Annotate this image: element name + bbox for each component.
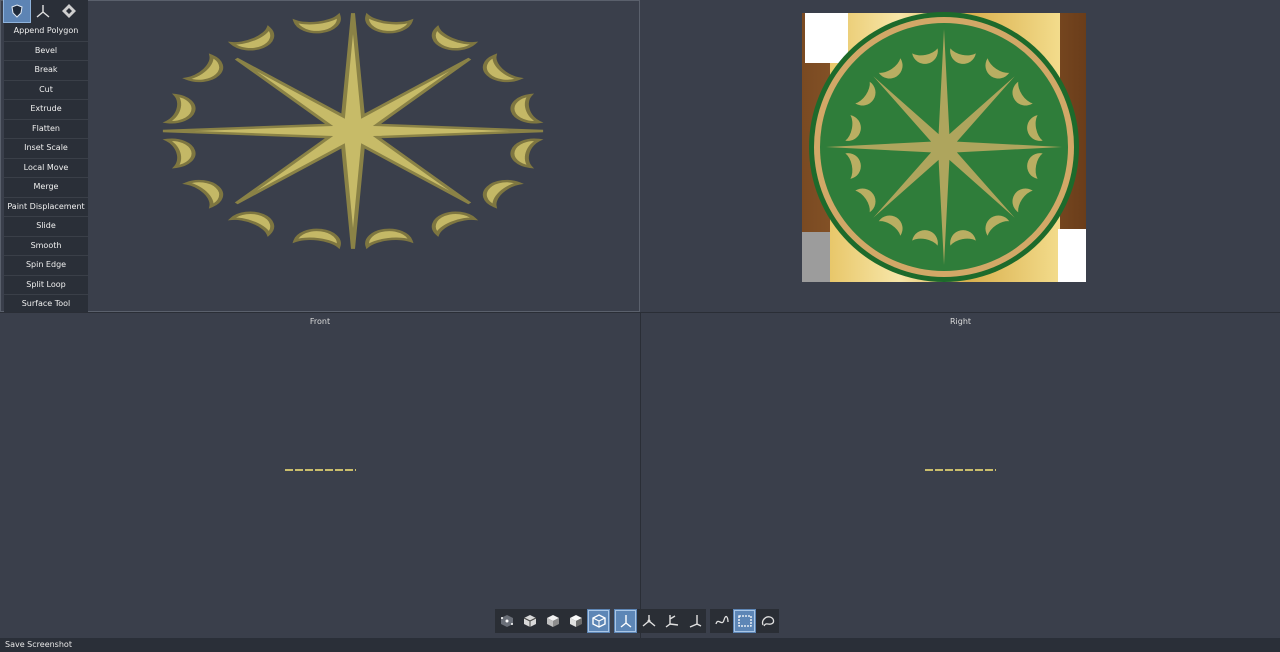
crescent-shape xyxy=(292,228,341,250)
shading-mode-group xyxy=(495,609,610,633)
tool-spin-edge[interactable]: Spin Edge xyxy=(4,255,88,275)
tool-slide[interactable]: Slide xyxy=(4,216,88,236)
axis-three-way-icon[interactable] xyxy=(637,609,660,633)
viewport-divider-vertical xyxy=(640,312,641,638)
crescent-shape xyxy=(227,211,275,237)
crescent-shape xyxy=(365,12,414,34)
tool-bevel[interactable]: Bevel xyxy=(4,40,88,61)
tool-surface-tool[interactable]: Surface Tool xyxy=(4,294,88,314)
tool-extrude[interactable]: Extrude xyxy=(4,99,88,119)
crescent-shape xyxy=(182,179,224,209)
compass-3d-model xyxy=(162,12,544,250)
axes-mode-icon[interactable] xyxy=(30,0,56,22)
crescent-shape xyxy=(431,25,479,51)
crescent-shape xyxy=(365,228,414,250)
tool-split-loop[interactable]: Split Loop xyxy=(4,274,88,295)
crescent-shape xyxy=(162,138,196,169)
textured-cube-icon[interactable] xyxy=(564,609,587,633)
crescent-shape xyxy=(482,53,524,83)
tool-local-move[interactable]: Local Move xyxy=(4,157,88,178)
tool-flatten[interactable]: Flatten xyxy=(4,118,88,139)
solid-cube-icon[interactable] xyxy=(541,609,564,633)
crescent-shape xyxy=(510,138,544,169)
texture-preview xyxy=(802,12,1086,282)
front-model-profile xyxy=(285,469,356,471)
right-viewport[interactable]: Right xyxy=(641,313,1280,637)
status-text: Save Screenshot xyxy=(5,640,72,649)
tool-merge[interactable]: Merge xyxy=(4,177,88,197)
wire-cube-icon[interactable] xyxy=(518,609,541,633)
top-viewport[interactable] xyxy=(640,0,1280,312)
axis-tilt-icon[interactable] xyxy=(660,609,683,633)
right-viewport-label: Right xyxy=(949,317,972,326)
lasso-select-icon[interactable] xyxy=(710,609,733,633)
crescent-shape xyxy=(482,179,524,209)
crescent-shape xyxy=(227,25,275,51)
right-model-profile xyxy=(925,469,996,471)
view-toolbar xyxy=(495,609,783,633)
compass-star-shape xyxy=(162,13,544,249)
tool-cut[interactable]: Cut xyxy=(4,79,88,100)
selection-mode-group xyxy=(710,609,779,633)
crescent-shape xyxy=(292,12,341,34)
axis-mode-group xyxy=(614,609,706,633)
points-cube-icon[interactable] xyxy=(495,609,518,633)
shield-mode-icon[interactable] xyxy=(3,0,31,23)
tool-inset-scale[interactable]: Inset Scale xyxy=(4,138,88,158)
tool-smooth[interactable]: Smooth xyxy=(4,235,88,256)
diamond-mode-icon[interactable] xyxy=(56,0,82,22)
rect-select-icon[interactable] xyxy=(733,609,756,633)
front-viewport[interactable]: Front xyxy=(0,313,640,637)
freeform-select-icon[interactable] xyxy=(756,609,779,633)
crescent-shape xyxy=(162,93,196,124)
crescent-shape xyxy=(182,53,224,83)
crescent-shape xyxy=(510,93,544,124)
material-cube-icon[interactable] xyxy=(587,609,610,633)
status-bar: Save Screenshot xyxy=(0,638,1280,652)
axis-y-up-icon[interactable] xyxy=(614,609,637,633)
crescent-shape xyxy=(431,211,479,237)
mode-selector xyxy=(3,0,88,23)
axis-corner-icon[interactable] xyxy=(683,609,706,633)
front-viewport-label: Front xyxy=(309,317,331,326)
tool-append-polygon[interactable]: Append Polygon xyxy=(4,22,88,41)
tool-break[interactable]: Break xyxy=(4,60,88,80)
perspective-viewport[interactable] xyxy=(0,0,640,312)
tool-paint-displacement[interactable]: Paint Displacement xyxy=(4,196,88,217)
tool-panel: Append Polygon Bevel Break Cut Extrude F… xyxy=(3,0,88,314)
tool-list: Append Polygon Bevel Break Cut Extrude F… xyxy=(4,22,88,314)
